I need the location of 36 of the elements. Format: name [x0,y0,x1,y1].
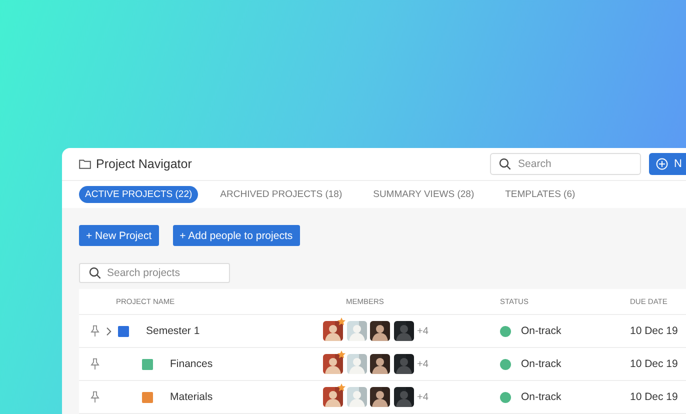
plus-circle-icon [656,158,668,170]
due-date: 10 Dec 19 [630,391,679,403]
pin-icon[interactable] [90,358,100,370]
star-icon [337,383,346,392]
due-date: 10 Dec 19 [630,358,679,370]
status-dot [500,358,511,370]
tab[interactable]: ACTIVE PROJECTS (22) [79,186,198,203]
window-title: Project Navigator [96,157,192,171]
action-button[interactable]: + Add people to projects [172,225,300,246]
search-icon [499,158,512,170]
folder-icon [79,159,91,169]
tab[interactable]: SUMMARY VIEWS (28) [367,186,480,203]
action-button[interactable]: + New Project [79,225,159,246]
star-icon [337,350,346,359]
member-count: +4 [417,392,428,402]
status-text: On-track [521,358,562,370]
project-search-field[interactable]: Search projects [79,263,230,283]
star-icon [337,317,346,326]
status-text: On-track [521,325,562,337]
search-field[interactable]: Search [490,153,642,175]
pin-icon[interactable] [90,325,100,337]
member-count: +4 [417,326,428,336]
member-count: +4 [417,358,428,370]
project-name[interactable]: Finances [170,358,213,370]
pin-icon[interactable] [90,391,100,403]
search-icon [89,267,101,279]
due-date: 10 Dec 19 [630,325,679,337]
tab[interactable]: TEMPLATES (6) [499,186,582,203]
chevron-right-icon[interactable] [106,326,112,336]
project-name[interactable]: Materials [170,391,213,403]
status-dot [500,326,511,336]
status-text: On-track [521,391,562,403]
project-name[interactable]: Semester 1 [146,325,200,337]
tab[interactable]: ARCHIVED PROJECTS (18) [214,186,348,203]
new-button[interactable]: N [649,153,686,175]
status-dot [500,392,511,402]
